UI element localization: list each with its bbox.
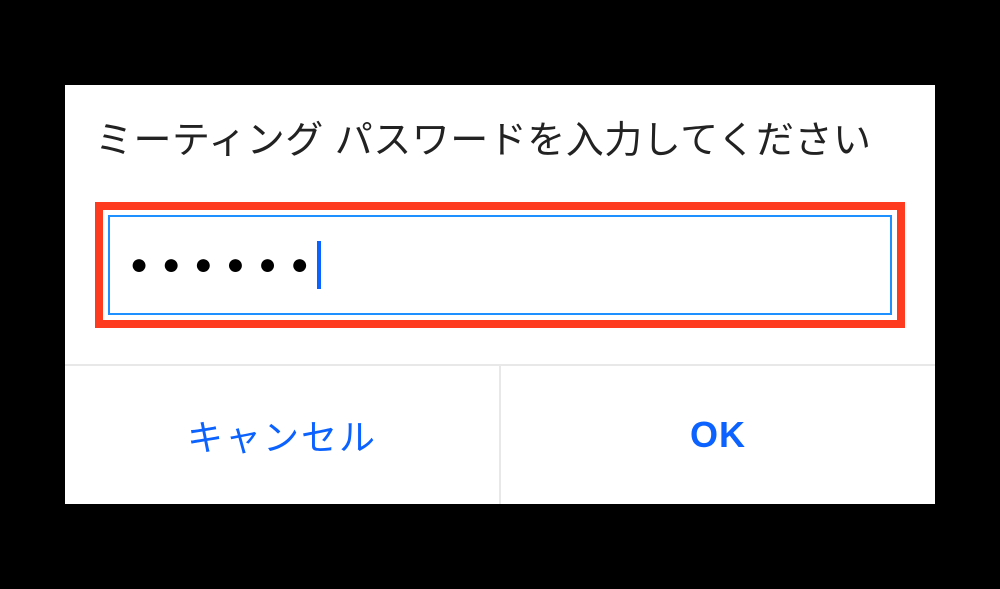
button-row: キャンセル OK [65, 364, 935, 504]
highlight-frame: ●●●●●● [95, 202, 905, 328]
dialog-body: ミーティング パスワードを入力してください ●●●●●● [65, 85, 935, 364]
password-mask: ●●●●●● [130, 250, 323, 280]
text-cursor [317, 241, 321, 289]
password-input[interactable]: ●●●●●● [108, 215, 892, 315]
dialog-title: ミーティング パスワードを入力してください [95, 113, 905, 170]
cancel-button[interactable]: キャンセル [65, 366, 501, 504]
ok-button[interactable]: OK [501, 366, 935, 504]
password-dialog: ミーティング パスワードを入力してください ●●●●●● キャンセル OK [65, 85, 935, 504]
